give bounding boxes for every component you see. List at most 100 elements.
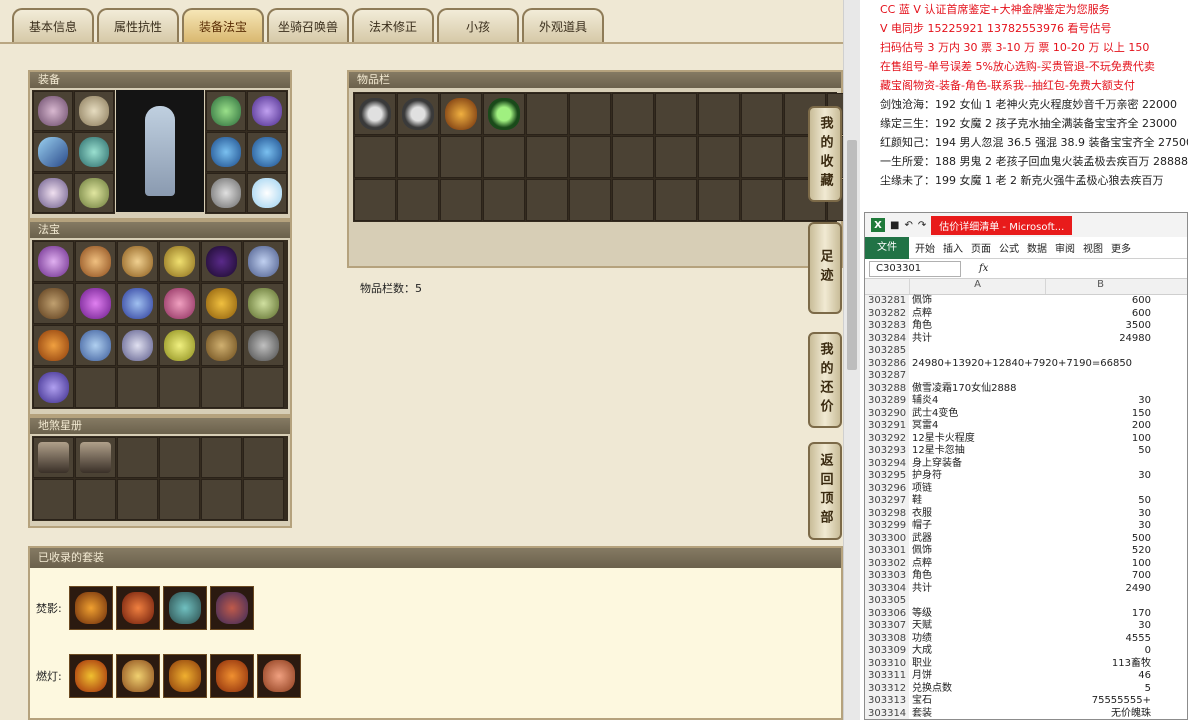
fabao-slot[interactable]	[159, 283, 200, 324]
disha-slot-empty[interactable]	[201, 437, 242, 478]
inventory-slot-empty[interactable]	[655, 136, 697, 178]
cell-b[interactable]: 100	[1045, 433, 1155, 446]
row-number[interactable]: 303302	[865, 557, 909, 570]
cell-b[interactable]: 30	[1045, 395, 1155, 408]
inventory-slot-empty[interactable]	[397, 179, 439, 221]
cell-b[interactable]: 30	[1045, 508, 1155, 521]
cell-a[interactable]: 辅炎4	[909, 395, 1045, 408]
fabao-slot-empty[interactable]	[75, 367, 116, 408]
row-number[interactable]: 303286	[865, 357, 909, 370]
inventory-slot-empty[interactable]	[440, 179, 482, 221]
set-item[interactable]	[210, 586, 254, 630]
cell-a[interactable]: 兑换点数	[909, 683, 1045, 696]
equip-slot-bracelet-2[interactable]	[247, 132, 287, 172]
equip-slot-armor[interactable]	[74, 132, 114, 172]
cell-b[interactable]: 30	[1045, 620, 1155, 633]
row-number[interactable]: 303297	[865, 495, 909, 508]
cell-a[interactable]	[909, 345, 1045, 358]
cell-a[interactable]: 冥雷4	[909, 420, 1045, 433]
ribbon-tab[interactable]: 开始	[915, 240, 935, 255]
inventory-slot-empty[interactable]	[655, 93, 697, 135]
equip-slot-necklace[interactable]	[74, 91, 114, 131]
cell-a[interactable]: 12星卡火程度	[909, 433, 1045, 446]
cell-a[interactable]: 身上穿装备	[909, 458, 1045, 471]
cell-b[interactable]: 24980	[1045, 333, 1155, 346]
cell-a[interactable]: 共计	[909, 583, 1045, 596]
fabao-slot-empty[interactable]	[159, 367, 200, 408]
row-number[interactable]: 303308	[865, 632, 909, 645]
row-number[interactable]: 303295	[865, 470, 909, 483]
fabao-slot[interactable]	[117, 241, 158, 282]
row-number[interactable]: 303299	[865, 520, 909, 533]
row-number[interactable]: 303288	[865, 382, 909, 395]
back-to-top-button[interactable]: 返回顶部	[808, 442, 842, 540]
row-number[interactable]: 303283	[865, 320, 909, 333]
fabao-slot[interactable]	[159, 241, 200, 282]
inventory-slot-empty[interactable]	[741, 93, 783, 135]
cell-a[interactable]: 护身符	[909, 470, 1045, 483]
ribbon-tab[interactable]: 公式	[999, 240, 1019, 255]
ribbon-tab-file[interactable]: 文件	[865, 236, 909, 259]
cell-a[interactable]	[909, 370, 1045, 383]
row-number[interactable]: 303289	[865, 395, 909, 408]
row-number[interactable]: 303310	[865, 657, 909, 670]
fabao-slot[interactable]	[159, 325, 200, 366]
inventory-slot-empty[interactable]	[612, 179, 654, 221]
row-number[interactable]: 303311	[865, 670, 909, 683]
inventory-slot-empty[interactable]	[354, 136, 396, 178]
set-item[interactable]	[69, 586, 113, 630]
inventory-slot[interactable]	[397, 93, 439, 135]
fabao-slot[interactable]	[75, 241, 116, 282]
disha-slot-empty[interactable]	[243, 479, 284, 520]
equip-slot-bracelet-1[interactable]	[206, 132, 246, 172]
inventory-slot[interactable]	[483, 93, 525, 135]
row-number[interactable]: 303312	[865, 682, 909, 695]
inventory-slot-empty[interactable]	[483, 136, 525, 178]
disha-slot-empty[interactable]	[159, 479, 200, 520]
disha-slot-empty[interactable]	[201, 479, 242, 520]
fabao-slot[interactable]	[33, 325, 74, 366]
inventory-slot-empty[interactable]	[612, 93, 654, 135]
cell-b[interactable]: 600	[1045, 308, 1155, 321]
row-number[interactable]: 303306	[865, 607, 909, 620]
cell-b[interactable]: 113畜牧	[1045, 658, 1155, 671]
cell-b[interactable]: 75555555+	[1045, 695, 1155, 708]
inventory-slot-empty[interactable]	[741, 136, 783, 178]
set-item[interactable]	[116, 654, 160, 698]
cell-a[interactable]: 共计	[909, 333, 1045, 346]
row-number[interactable]: 303287	[865, 370, 909, 383]
footprint-button[interactable]: 足迹	[808, 222, 842, 314]
row-number[interactable]: 303298	[865, 507, 909, 520]
row-number[interactable]: 303290	[865, 407, 909, 420]
cell-a[interactable]: 12星卡忽抽	[909, 445, 1045, 458]
row-number[interactable]: 303301	[865, 545, 909, 558]
cell-b[interactable]	[1045, 383, 1155, 396]
row-number[interactable]: 303294	[865, 457, 909, 470]
fabao-slot[interactable]	[243, 241, 284, 282]
fabao-slot[interactable]	[117, 325, 158, 366]
cell-a[interactable]: 衣服	[909, 508, 1045, 521]
cell-a[interactable]: 24980+13920+12840+7920+7190=66850	[909, 358, 1132, 371]
row-number[interactable]: 303284	[865, 332, 909, 345]
cell-b[interactable]	[1045, 595, 1155, 608]
fabao-slot[interactable]	[75, 325, 116, 366]
cell-b[interactable]: 50	[1045, 495, 1155, 508]
cell-a[interactable]: 功绩	[909, 633, 1045, 646]
cell-b[interactable]: 600	[1045, 295, 1155, 308]
ribbon-tab[interactable]: 更多	[1111, 240, 1131, 255]
equip-slot-orb[interactable]	[247, 173, 287, 213]
cell-b[interactable]: 170	[1045, 608, 1155, 621]
cell-b[interactable]: 30	[1045, 520, 1155, 533]
disha-slot-empty[interactable]	[117, 479, 158, 520]
tab-equipment[interactable]: 装备法宝	[182, 8, 264, 42]
row-number[interactable]: 303293	[865, 445, 909, 458]
disha-slot[interactable]	[33, 437, 74, 478]
inventory-slot-empty[interactable]	[397, 136, 439, 178]
row-number[interactable]: 303281	[865, 295, 909, 308]
inventory-slot-empty[interactable]	[526, 93, 568, 135]
cell-a[interactable]: 月饼	[909, 670, 1045, 683]
cell-a[interactable]: 角色	[909, 570, 1045, 583]
cell-a[interactable]: 帽子	[909, 520, 1045, 533]
cell-a[interactable]: 佩饰	[909, 545, 1045, 558]
equip-slot-ring[interactable]	[247, 91, 287, 131]
